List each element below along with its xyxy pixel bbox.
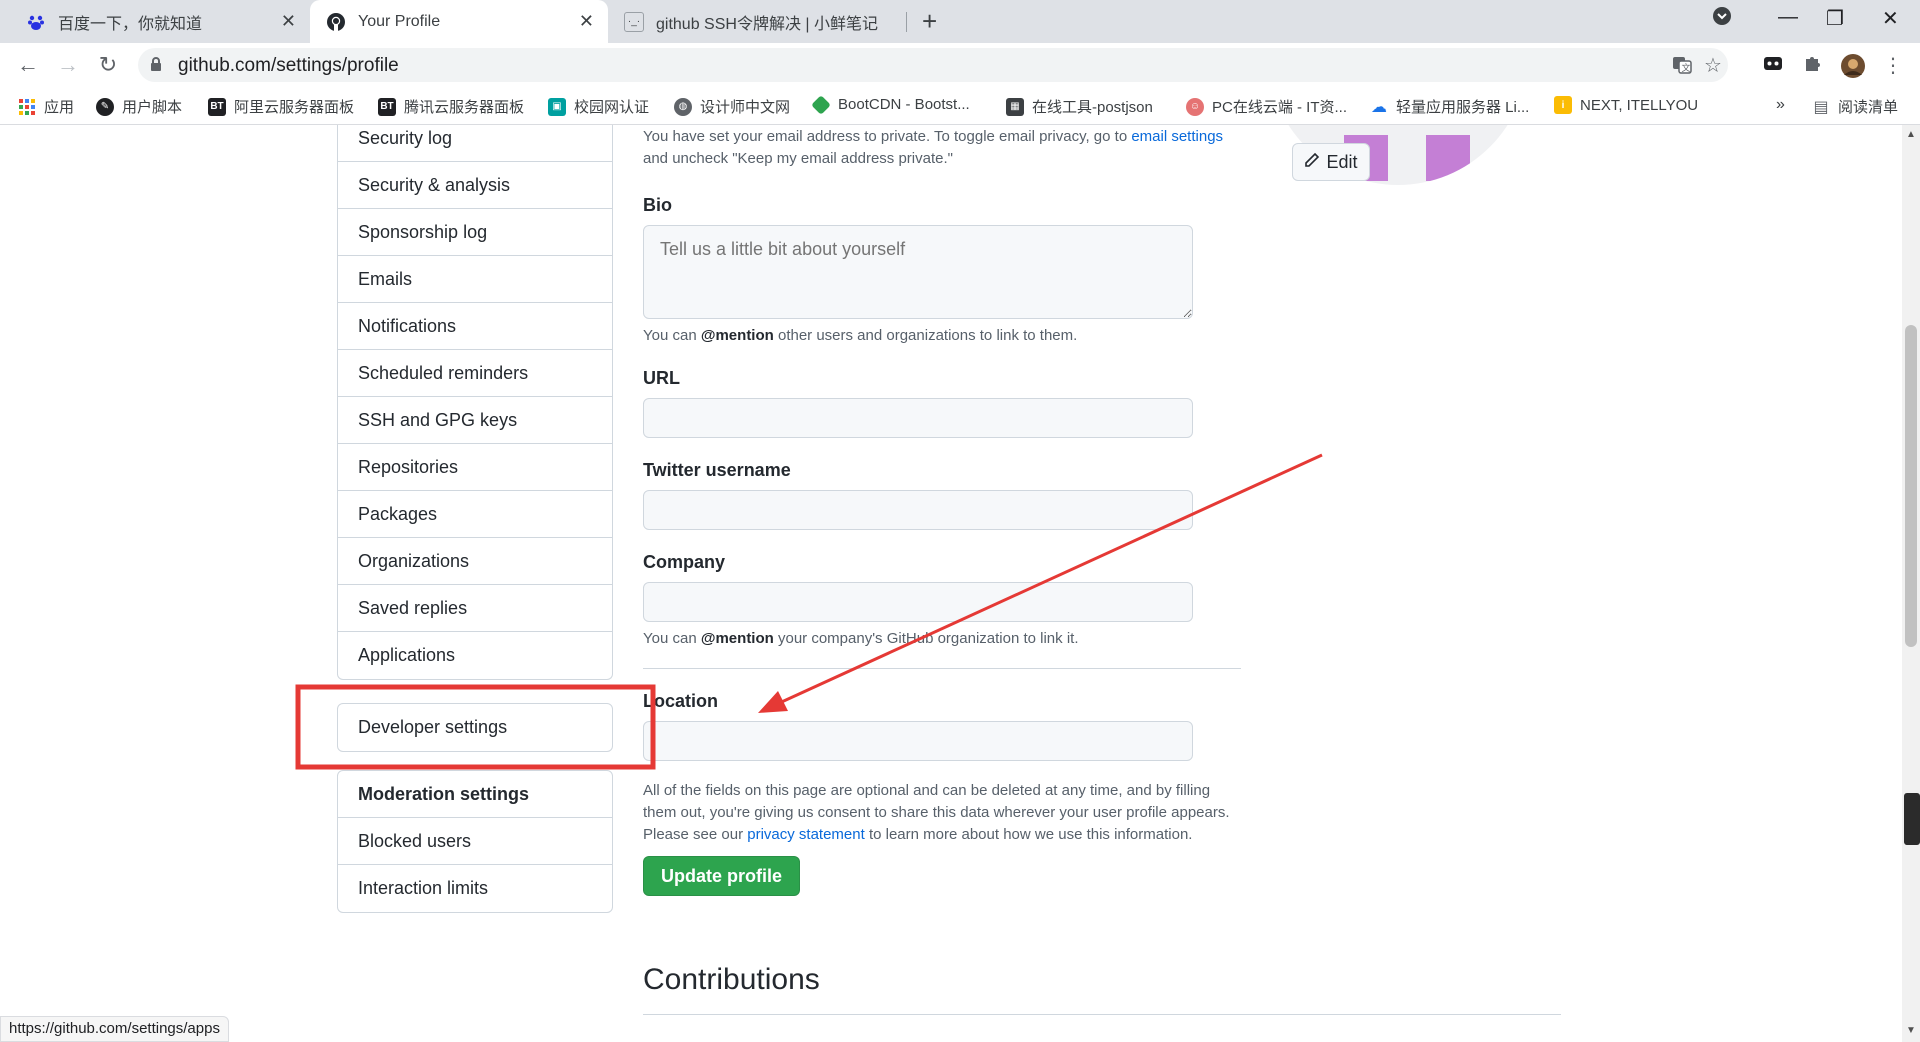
bookmark-userscripts[interactable]: ✎ 用户脚本 bbox=[96, 96, 182, 117]
campus-net-icon: ▣ bbox=[548, 97, 566, 116]
site-icon: ·_· bbox=[624, 11, 644, 32]
translate-icon[interactable]: 文 bbox=[1672, 55, 1692, 80]
more-vert-icon[interactable]: ⋮ bbox=[1880, 53, 1906, 79]
bookmark-label: 腾讯云服务器面板 bbox=[404, 99, 525, 116]
bookmark-label: PC在线云端 - IT资... bbox=[1212, 99, 1348, 116]
puzzle-icon[interactable] bbox=[1800, 53, 1826, 79]
bookmark-campus[interactable]: ▣ 校园网认证 bbox=[548, 96, 649, 117]
bookmark-label: 设计师中文网 bbox=[700, 99, 791, 116]
github-icon bbox=[326, 12, 346, 32]
tab-separator bbox=[906, 12, 907, 32]
annotation-overlay bbox=[295, 453, 1323, 770]
annotation-arrow-head bbox=[758, 691, 788, 713]
new-tab-icon[interactable]: + bbox=[922, 8, 937, 34]
lock-icon bbox=[150, 56, 162, 71]
forward-icon[interactable]: → bbox=[54, 51, 82, 79]
bookmark-apps[interactable]: 应用 bbox=[18, 96, 74, 117]
bookmark-label: 轻量应用服务器 Li... bbox=[1396, 99, 1530, 116]
baidu-icon bbox=[26, 12, 46, 32]
bookmark-aliyun[interactable]: BT 阿里云服务器面板 bbox=[208, 96, 354, 117]
browser-tab-strip: 百度一下，你就知道 ✕ Your Profile ✕ ·_· github SS… bbox=[0, 0, 1920, 43]
scroll-up-icon[interactable]: ▲ bbox=[1906, 129, 1916, 140]
reading-list-label: 阅读清单 bbox=[1838, 99, 1899, 116]
close-tab-icon[interactable]: ✕ bbox=[579, 11, 594, 32]
mascot-icon: ☺ bbox=[1186, 97, 1204, 116]
tab-title: github SSH令牌解决 | 小鲜笔记 bbox=[656, 15, 878, 33]
scroll-down-icon[interactable]: ▼ bbox=[1906, 1025, 1916, 1036]
reading-list-icon: ▤ bbox=[1813, 98, 1829, 116]
extension-icon[interactable] bbox=[1760, 53, 1786, 79]
bootcdn-icon bbox=[811, 94, 831, 115]
close-tab-icon[interactable]: ✕ bbox=[281, 11, 296, 32]
tab-article[interactable]: ·_· github SSH令牌解决 | 小鲜笔记 bbox=[608, 0, 908, 43]
bookmark-label: NEXT, ITELLYOU bbox=[1580, 96, 1699, 114]
bookmark-label: 应用 bbox=[44, 99, 75, 116]
bookmark-designer[interactable]: ◍ 设计师中文网 bbox=[674, 96, 790, 117]
link-status-bar: https://github.com/settings/apps bbox=[0, 1016, 229, 1042]
scrollbar-thumb[interactable] bbox=[1905, 325, 1917, 647]
annotation-arrow-line bbox=[774, 453, 1323, 707]
reload-icon[interactable]: ↻ bbox=[94, 51, 122, 79]
avatar[interactable] bbox=[1840, 53, 1866, 79]
svg-text:文: 文 bbox=[1682, 62, 1691, 74]
bookmark-pc-cloud[interactable]: ☺ PC在线云端 - IT资... bbox=[1186, 96, 1347, 117]
bookmark-postjson[interactable]: ▦ 在线工具-postjson bbox=[1006, 96, 1153, 117]
bt-icon: BT bbox=[378, 97, 396, 116]
back-icon[interactable]: ← bbox=[14, 51, 42, 79]
bookmark-tencent[interactable]: BT 腾讯云服务器面板 bbox=[378, 96, 524, 117]
qr-icon: ▦ bbox=[1006, 97, 1024, 116]
bookmark-lighthouse[interactable]: ☁ 轻量应用服务器 Li... bbox=[1370, 96, 1529, 117]
scroll-marker bbox=[1904, 793, 1920, 845]
tab-baidu[interactable]: 百度一下，你就知道 ✕ bbox=[10, 0, 310, 43]
bt-icon: BT bbox=[208, 97, 226, 116]
tab-title: Your Profile bbox=[358, 12, 441, 30]
page-scrollbar[interactable]: ▲ ▼ bbox=[1902, 125, 1920, 1042]
bookmarks-overflow-icon[interactable]: » bbox=[1776, 96, 1785, 114]
bookmark-bootcdn[interactable]: BootCDN - Bootst... bbox=[811, 94, 970, 115]
annotation-highlight-box bbox=[295, 684, 656, 770]
userscript-icon: ✎ bbox=[96, 97, 114, 116]
browser-toolbar: ← → ↻ github.com/settings/profile 文 ☆ ⋮ bbox=[0, 43, 1920, 87]
address-url: github.com/settings/profile bbox=[178, 55, 399, 76]
cloud-icon: ☁ bbox=[1371, 98, 1387, 116]
reading-list[interactable]: ▤ 阅读清单 bbox=[1812, 96, 1898, 117]
page-content: Security log Security & analysis Sponsor… bbox=[0, 125, 1920, 1042]
bookmark-star-icon[interactable]: ☆ bbox=[1704, 53, 1722, 78]
bookmark-label: 校园网认证 bbox=[574, 99, 650, 116]
bookmark-itellyou[interactable]: i NEXT, ITELLYOU bbox=[1554, 96, 1698, 114]
tab-search-icon[interactable] bbox=[1712, 6, 1732, 32]
address-bar[interactable]: github.com/settings/profile 文 ☆ bbox=[138, 48, 1728, 82]
bookmark-label: 在线工具-postjson bbox=[1032, 99, 1153, 116]
close-window-icon[interactable]: ✕ bbox=[1882, 6, 1899, 31]
tab-title: 百度一下，你就知道 bbox=[58, 15, 203, 33]
itellyou-icon: i bbox=[1554, 96, 1572, 114]
tab-your-profile[interactable]: Your Profile ✕ bbox=[310, 0, 608, 43]
restore-icon[interactable]: ❐ bbox=[1826, 6, 1844, 31]
bookmarks-bar: 应用 ✎ 用户脚本 BT 阿里云服务器面板 BT 腾讯云服务器面板 ▣ 校园网认… bbox=[0, 87, 1920, 125]
bookmark-label: BootCDN - Bootst... bbox=[838, 96, 970, 113]
bookmark-label: 用户脚本 bbox=[122, 99, 183, 116]
apps-grid-icon bbox=[18, 98, 36, 116]
bookmark-label: 阿里云服务器面板 bbox=[234, 99, 355, 116]
minimize-icon[interactable]: — bbox=[1778, 6, 1798, 29]
globe-icon: ◍ bbox=[674, 97, 692, 116]
